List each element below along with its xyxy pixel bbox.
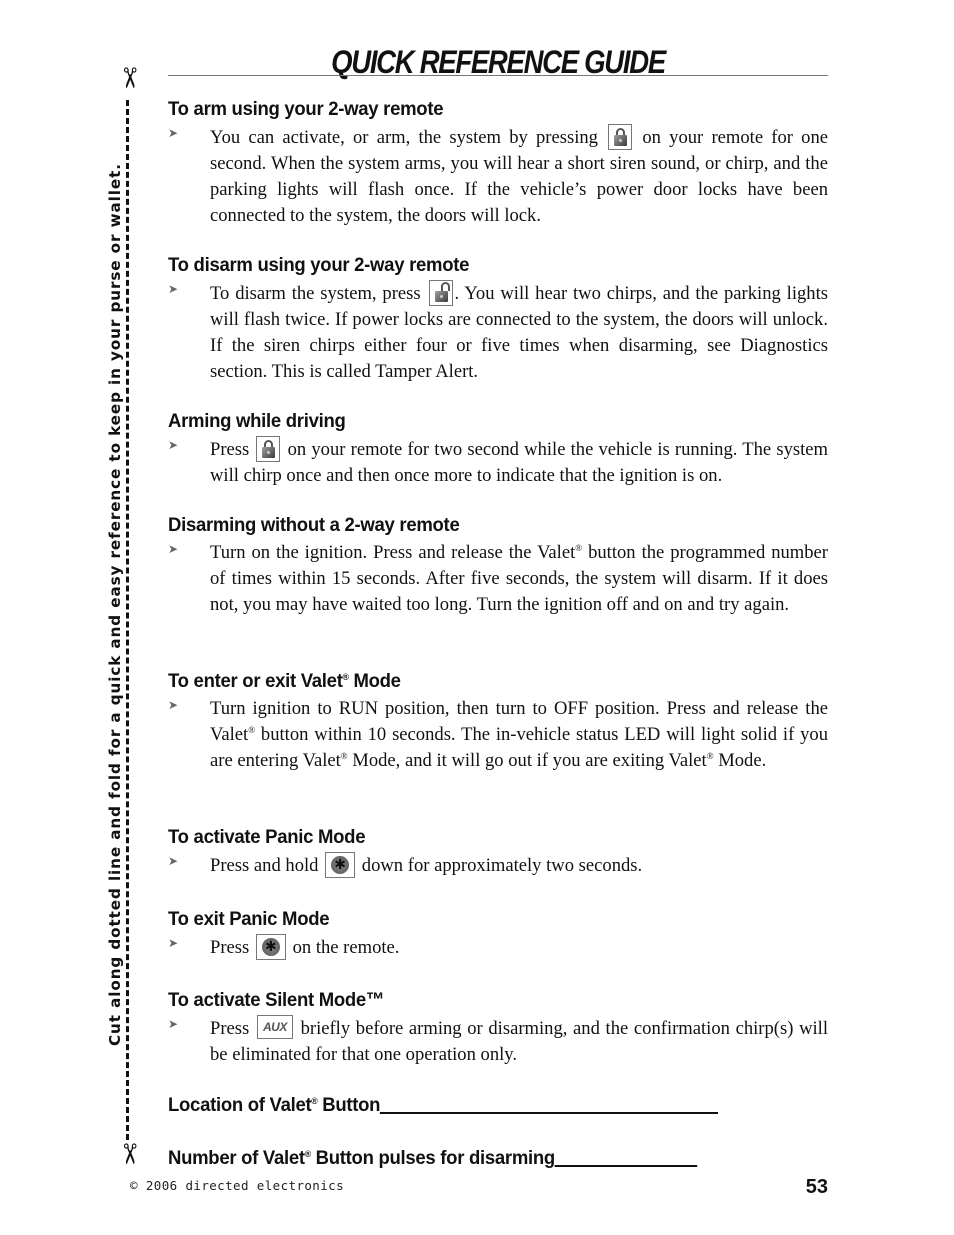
- panic-button-icon: ✱: [325, 852, 356, 878]
- bullet-arrow-icon: ➤: [168, 698, 179, 712]
- bullet-arrow-icon: ➤: [168, 438, 179, 452]
- bullet-arrow-icon: ➤: [168, 126, 179, 140]
- section-disarm-without-remote: Disarming without a 2-way remote ➤ Turn …: [168, 514, 828, 618]
- bullet-item: ➤ Press and hold ✱ down for approximatel…: [168, 852, 828, 879]
- valet-location-blank[interactable]: [380, 1110, 719, 1114]
- section-activate-panic: To activate Panic Mode ➤ Press and hold …: [168, 826, 828, 879]
- section-text: Press on your remote for two second whil…: [210, 436, 828, 489]
- section-heading: To arm using your 2-way remote: [168, 98, 444, 120]
- section-text: Press AUX briefly before arming or disar…: [210, 1015, 828, 1068]
- section-silent-mode: To activate Silent Mode™ ➤ Press AUX bri…: [168, 989, 828, 1068]
- section-text: Press and hold ✱ down for approximately …: [210, 852, 828, 879]
- section-heading: Disarming without a 2-way remote: [168, 514, 460, 536]
- section-exit-panic: To exit Panic Mode ➤ Press ✱ on the remo…: [168, 908, 828, 961]
- cut-instruction: Cut along dotted line and fold for a qui…: [106, 163, 124, 1046]
- lock-button-icon: [256, 436, 281, 462]
- copyright: © 2006 directed electronics: [130, 1178, 344, 1193]
- bullet-arrow-icon: ➤: [168, 542, 179, 556]
- section-heading: Arming while driving: [168, 410, 346, 432]
- section-heading: To activate Panic Mode: [168, 826, 366, 848]
- scissors-icon-bottom: ✂: [113, 1141, 146, 1167]
- unlock-button-icon: [428, 280, 453, 306]
- section-heading: To disarm using your 2-way remote: [168, 254, 470, 276]
- section-text: Turn on the ignition. Press and release …: [210, 542, 828, 615]
- bullet-item: ➤ Press on your remote for two second wh…: [168, 436, 828, 489]
- bullet-item: ➤ Turn on the ignition. Press and releas…: [168, 540, 828, 618]
- aux-button-icon: AUX: [256, 1015, 293, 1039]
- valet-pulses-field[interactable]: Number of Valet® Button pulses for disar…: [168, 1147, 698, 1169]
- section-arming-while-driving: Arming while driving ➤ Press on your rem…: [168, 410, 828, 489]
- scissors-icon-top: ✂: [113, 65, 146, 91]
- section-disarm-2way: To disarm using your 2-way remote ➤ To d…: [168, 254, 828, 385]
- bullet-item: ➤ Press ✱ on the remote.: [168, 934, 828, 961]
- section-heading: To activate Silent Mode™: [168, 989, 385, 1011]
- title-rule: [168, 75, 828, 76]
- valet-pulses-blank[interactable]: [554, 1163, 698, 1167]
- section-heading: To exit Panic Mode: [168, 908, 330, 930]
- section-text: Turn ignition to RUN position, then turn…: [210, 698, 828, 771]
- panic-button-icon: ✱: [255, 934, 286, 960]
- bullet-arrow-icon: ➤: [168, 282, 179, 296]
- cut-line: [126, 100, 129, 1140]
- bullet-arrow-icon: ➤: [168, 936, 179, 950]
- section-heading: To enter or exit Valet® Mode: [168, 670, 401, 692]
- section-valet-mode: To enter or exit Valet® Mode ➤ Turn igni…: [168, 670, 828, 774]
- bullet-arrow-icon: ➤: [168, 854, 179, 868]
- bullet-arrow-icon: ➤: [168, 1017, 179, 1031]
- page-title: QUICK REFERENCE GUIDE: [331, 44, 666, 80]
- page-number: 53: [805, 1176, 828, 1198]
- bullet-item: ➤ You can activate, or arm, the system b…: [168, 124, 828, 229]
- section-arm-2way: To arm using your 2-way remote ➤ You can…: [168, 98, 828, 229]
- bullet-item: ➤ Turn ignition to RUN position, then tu…: [168, 696, 828, 774]
- section-text: You can activate, or arm, the system by …: [210, 124, 828, 229]
- lock-button-icon: [608, 124, 633, 150]
- valet-location-field[interactable]: Location of Valet® Button: [168, 1094, 719, 1116]
- bullet-item: ➤ Press AUX briefly before arming or dis…: [168, 1015, 828, 1068]
- quick-reference-page: QUICK REFERENCE GUIDE ✂ ✂ Cut along dott…: [0, 0, 954, 1235]
- bullet-item: ➤ To disarm the system, press . You will…: [168, 280, 828, 385]
- section-text: Press ✱ on the remote.: [210, 934, 828, 961]
- section-text: To disarm the system, press . You will h…: [210, 280, 828, 385]
